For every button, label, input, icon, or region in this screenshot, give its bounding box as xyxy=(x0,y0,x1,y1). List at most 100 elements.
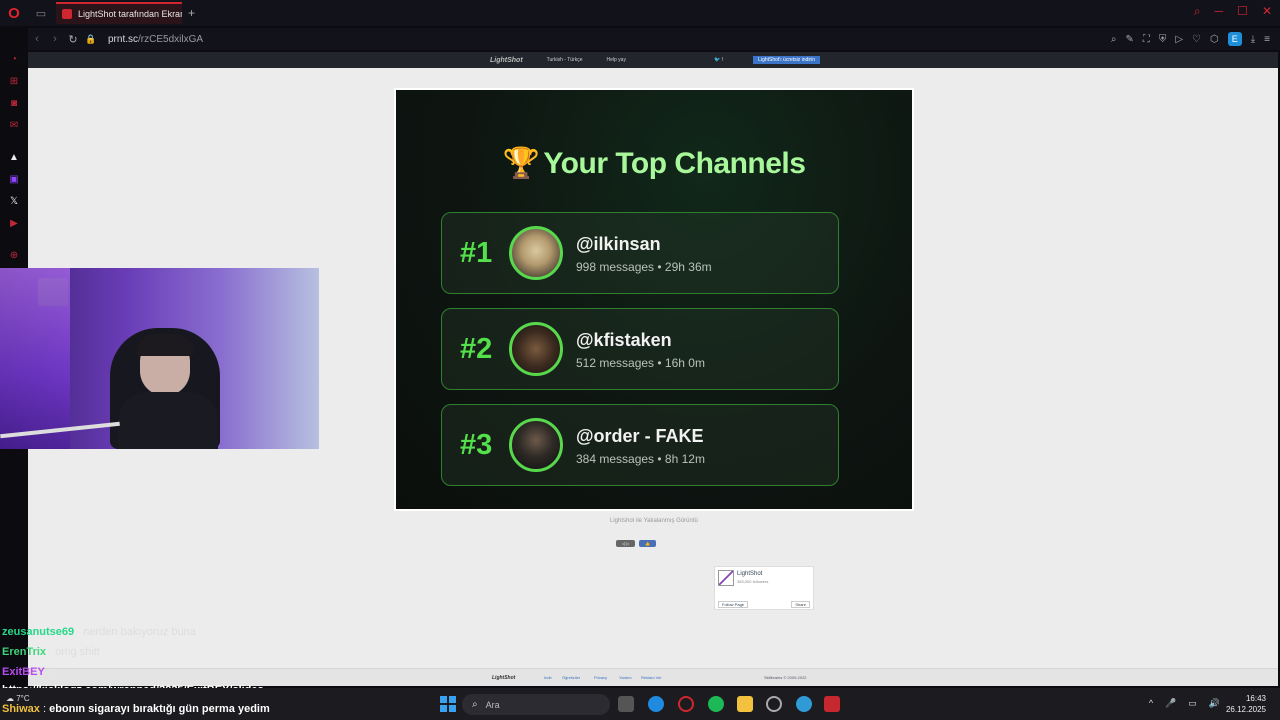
file-explorer-icon[interactable] xyxy=(737,696,753,712)
youtube-icon[interactable]: ▶ xyxy=(7,216,21,230)
edge-icon[interactable] xyxy=(648,696,664,712)
microphone-icon[interactable]: 🎤 xyxy=(1165,698,1176,709)
messenger-icon[interactable]: ◙ xyxy=(7,96,21,110)
url-field[interactable]: prnt.sc/rzCE5dxilxGA xyxy=(108,34,203,45)
bag-icon[interactable]: ⊞ xyxy=(7,74,21,88)
lock-icon: 🔒 xyxy=(85,33,97,44)
close-button[interactable]: ✕ xyxy=(1262,4,1272,19)
chat-text: ebonın sigarayı bıraktığı gün perma yedi… xyxy=(49,703,270,715)
channel-avatar xyxy=(509,226,563,280)
tab-lightshot[interactable]: LightShot tarafından Ekran xyxy=(56,2,182,24)
tab-overview-icon[interactable]: ▭ xyxy=(28,0,54,26)
download-icon[interactable]: ⤓ xyxy=(1251,34,1255,45)
chat-text: omg shitt xyxy=(55,646,100,658)
footer-link-help[interactable]: Yardım xyxy=(619,675,632,680)
language-link[interactable]: Turkish - Türkçe xyxy=(547,57,583,63)
capture-caption: Lightshot ile Yakalanmış Görüntü xyxy=(610,518,698,524)
tray-chevron-icon[interactable]: ^ xyxy=(1149,698,1153,709)
mail-icon[interactable]: ✉ xyxy=(7,118,21,132)
download-lightshot-button[interactable]: LightShot'ı ücretsiz indirin xyxy=(753,56,820,64)
shield-icon[interactable]: ⛨ xyxy=(1159,34,1167,45)
footer-logo[interactable]: LightShot xyxy=(492,675,515,681)
back-button[interactable]: ‹ xyxy=(28,33,46,45)
opera-menu-icon[interactable]: O xyxy=(0,0,28,26)
browser-tab-bar: O ▭ LightShot tarafından Ekran + ⌕ ─ ☐ ✕ xyxy=(0,0,1280,26)
arc-icon[interactable]: ▲ xyxy=(7,150,21,164)
fb-page-name[interactable]: LightShot xyxy=(737,571,762,577)
forward-button[interactable]: › xyxy=(46,33,64,45)
menu-icon[interactable]: ≡ xyxy=(1264,34,1270,45)
channel-name: @kfistaken xyxy=(576,330,672,350)
clock[interactable]: 16:43 26.12.2025 xyxy=(1226,693,1266,715)
channel-card: #1 @ilkinsan 998 messages • 29h 36m xyxy=(441,212,839,294)
aria-icon[interactable]: ◔ xyxy=(7,52,21,66)
channel-avatar xyxy=(509,418,563,472)
add-icon[interactable]: ⊕ xyxy=(7,248,21,262)
weather-temp: 7°C xyxy=(16,694,30,703)
clock-time: 16:43 xyxy=(1245,694,1266,703)
lightshot-logo[interactable]: LightShot xyxy=(490,57,523,64)
channel-name: @order - FAKE xyxy=(576,426,704,446)
task-view-icon[interactable] xyxy=(618,696,634,712)
steam-icon[interactable] xyxy=(766,696,782,712)
app-icon[interactable] xyxy=(824,696,840,712)
streamer-hair xyxy=(136,334,194,356)
new-tab-button[interactable]: + xyxy=(188,6,195,20)
chat-message: zeusanutse69 : nerden bakıyoruz buna xyxy=(2,626,196,638)
footer-link-tutorials[interactable]: Öğreticiler xyxy=(562,675,580,680)
minimize-button[interactable]: ─ xyxy=(1215,4,1224,19)
address-bar: ‹ › ↻ 🔒 prnt.sc/rzCE5dxilxGA ⌕ ✎ ⛶ ⛨ ▷ ♡… xyxy=(28,28,1280,50)
channel-name: @ilkinsan xyxy=(576,234,661,254)
play-icon[interactable]: ▷ xyxy=(1175,34,1183,45)
twitter-icon[interactable]: 🐦 f xyxy=(714,57,723,63)
channel-card: #2 @kfistaken 512 messages • 16h 0m xyxy=(441,308,839,390)
channel-avatar xyxy=(509,322,563,376)
led-glow xyxy=(0,268,70,449)
chat-username: zeusanutse69 xyxy=(2,626,75,638)
extension-e-button[interactable]: E xyxy=(1227,32,1242,46)
clock-date: 26.12.2025 xyxy=(1225,705,1266,714)
spotify-icon[interactable] xyxy=(708,696,724,712)
share-button[interactable]: ◁ ▷ xyxy=(616,540,636,547)
url-path: /rzCE5dxilxGA xyxy=(138,33,204,45)
footer-link-download[interactable]: Indir xyxy=(544,675,552,680)
maximize-button[interactable]: ☐ xyxy=(1237,4,1248,19)
zoom-icon[interactable]: ⌕ xyxy=(1111,34,1117,45)
opera-taskbar-icon[interactable] xyxy=(678,696,694,712)
volume-icon[interactable]: 🔊 xyxy=(1209,698,1220,709)
fb-followers: 365,000 followers xyxy=(737,579,769,584)
screenshot-icon[interactable]: ⛶ xyxy=(1143,34,1150,45)
lightshot-favicon-icon xyxy=(62,9,72,19)
help-link[interactable]: Help yay xyxy=(607,57,626,63)
twitch-icon[interactable]: ▣ xyxy=(7,172,21,186)
extensions-icon[interactable]: ⬡ xyxy=(1210,34,1219,45)
fb-follow-button[interactable]: Follow Page xyxy=(718,601,749,608)
start-button[interactable] xyxy=(440,696,456,712)
facebook-like-button[interactable]: 👍 xyxy=(639,540,657,547)
facebook-page-widget[interactable]: LightShot 365,000 followers Follow Page … xyxy=(714,566,814,610)
tab-title: LightShot tarafından Ekran xyxy=(78,9,182,19)
url-domain: prnt.sc xyxy=(108,33,139,45)
weather-widget[interactable]: ☁ 7°C xyxy=(6,694,30,703)
display-icon[interactable]: ▭ xyxy=(1188,698,1197,709)
footer-link-advertise[interactable]: Reklam Ver xyxy=(641,675,662,680)
footer-link-privacy[interactable]: Privacy xyxy=(594,675,607,680)
pin-icon[interactable]: ✎ xyxy=(1125,34,1133,45)
lightshot-fb-logo xyxy=(718,570,734,586)
taskbar-search[interactable]: ⌕ Ara xyxy=(462,694,610,715)
browser-icon[interactable] xyxy=(796,696,812,712)
wrapped-slide: 🏆 Your Top Channels #1 @ilkinsan 998 mess… xyxy=(396,90,912,509)
webcam-overlay xyxy=(0,268,319,449)
x-icon[interactable]: 𝕏 xyxy=(7,194,21,208)
search-tabs-icon[interactable]: ⌕ xyxy=(1194,4,1201,19)
desktop: O ▭ LightShot tarafından Ekran + ⌕ ─ ☐ ✕… xyxy=(0,0,1280,720)
streamer-body xyxy=(118,392,218,449)
fb-share-button[interactable]: Share xyxy=(791,601,810,608)
channel-rank: #1 xyxy=(460,237,493,269)
channel-rank: #3 xyxy=(460,429,493,461)
reload-button[interactable]: ↻ xyxy=(64,33,82,46)
channel-rank: #2 xyxy=(460,333,493,365)
heart-icon[interactable]: ♡ xyxy=(1192,34,1201,45)
chat-sep: : xyxy=(46,646,56,658)
windows-taskbar: ☁ 7°C Shiwax : ebonın sigarayı bıraktığı… xyxy=(0,688,1280,720)
